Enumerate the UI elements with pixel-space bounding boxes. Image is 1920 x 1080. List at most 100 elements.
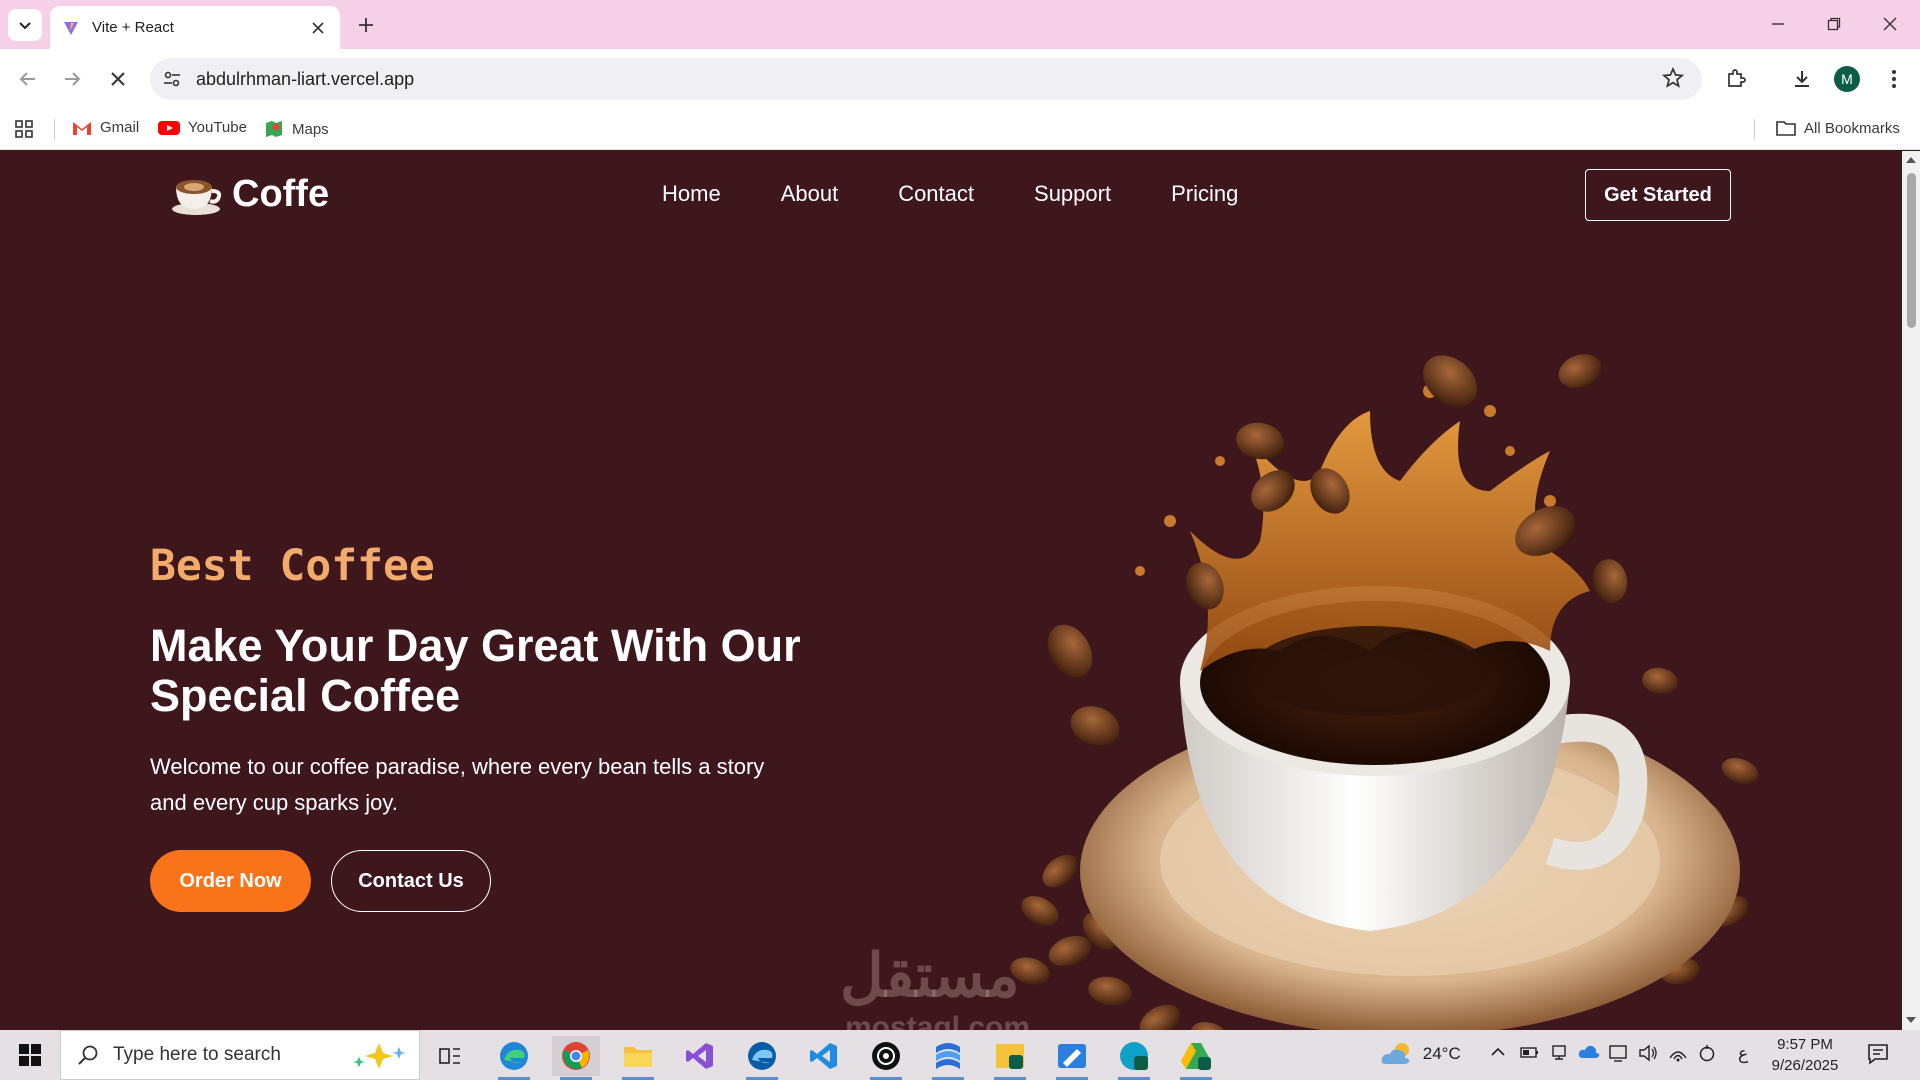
downloads-button[interactable] [1786,63,1818,95]
contact-us-button[interactable]: Contact Us [331,850,491,912]
restore-button[interactable] [1822,12,1846,36]
search-placeholder: Type here to search [113,1044,281,1065]
taskbar-app-blue[interactable] [924,1036,972,1080]
close-window-button[interactable] [1878,12,1902,36]
nav-contact[interactable]: Contact [898,181,974,207]
system-clock[interactable]: 9:57 PM 9/26/2025 [1760,1034,1850,1076]
nav-about[interactable]: About [781,181,839,207]
taskbar-search[interactable]: Type here to search [60,1030,420,1080]
app-icon [1058,1044,1086,1068]
nav-home[interactable]: Home [662,181,721,207]
taskbar-chrome[interactable] [552,1036,600,1080]
battery-icon[interactable] [1520,1044,1540,1065]
page-scrollbar[interactable] [1902,151,1920,1030]
task-view-button[interactable] [426,1036,474,1076]
puzzle-icon [1728,69,1746,87]
arrow-right-icon [65,72,81,86]
site-info-icon[interactable] [162,69,182,89]
nav-support[interactable]: Support [1034,181,1111,207]
scroll-up-icon[interactable] [1906,157,1916,163]
taskbar-edge[interactable] [490,1036,538,1080]
bookmark-label: Gmail [100,119,140,136]
task-view-icon [439,1048,460,1064]
get-started-button[interactable]: Get Started [1585,169,1731,221]
taskbar-chatgpt[interactable] [862,1036,910,1080]
extensions-button[interactable] [1720,63,1752,95]
taskbar-edge-dev[interactable] [738,1036,786,1080]
device-icon[interactable] [1550,1044,1568,1065]
weather-widget[interactable]: 24°C [1380,1040,1461,1068]
taskbar-visual-studio[interactable] [676,1036,724,1076]
bookmark-gmail[interactable]: Gmail [72,119,139,136]
more-vertical-icon [1892,70,1896,88]
folder-icon [624,1047,652,1067]
profile-avatar[interactable]: M [1834,66,1860,92]
restore-icon [1827,17,1841,31]
onedrive-icon[interactable] [1578,1044,1600,1065]
main-nav: Home About Contact Support Pricing [662,181,1238,207]
sparkle-icon [353,1043,406,1069]
chrome-icon [562,1042,590,1070]
notification-icon [1868,1044,1888,1065]
taskbar-app-drive[interactable] [1172,1036,1220,1080]
maps-icon [266,121,282,137]
nav-pricing[interactable]: Pricing [1171,181,1238,207]
weather-cloud-icon [1381,1043,1410,1064]
web-page: Coffe Home About Contact Support Pricing… [0,151,1902,1030]
bookmarks-bar: Gmail YouTube Maps All Bookmarks [0,109,1920,150]
bookmark-star-icon[interactable] [1661,66,1685,94]
app-icon [936,1043,960,1069]
brand-name: Coffe [232,172,330,215]
show-hidden-icons[interactable] [1490,1044,1506,1065]
tab-search-button[interactable] [8,9,42,41]
scroll-down-icon[interactable] [1906,1017,1916,1023]
bookmarks-divider [54,119,55,139]
weather-temp: 24°C [1422,1044,1461,1063]
minimize-button[interactable] [1766,12,1790,36]
all-bookmarks-button[interactable]: All Bookmarks [1776,119,1900,137]
windows-logo-icon [19,1044,41,1066]
app-icon [1120,1042,1148,1070]
apps-button[interactable] [14,119,34,139]
network-status-icon[interactable] [1608,1044,1628,1067]
bookmark-maps[interactable]: Maps [264,119,329,139]
new-tab-button[interactable] [354,13,378,37]
stop-loading-button[interactable] [102,63,134,95]
bookmark-youtube[interactable]: YouTube [158,119,247,136]
back-button[interactable] [12,63,44,95]
site-logo[interactable]: Coffe [170,171,329,217]
notifications-button[interactable] [1866,1042,1890,1071]
sync-icon[interactable] [1698,1044,1716,1067]
wifi-icon[interactable] [1668,1044,1688,1067]
clock-date: 9/26/2025 [1771,1057,1839,1074]
address-bar[interactable]: abdulrhman-liart.vercel.app [150,58,1702,100]
input-language[interactable]: ع [1738,1044,1748,1064]
minimize-icon [1772,23,1784,25]
order-now-button[interactable]: Order Now [150,850,311,912]
volume-icon[interactable] [1638,1044,1658,1067]
active-tab[interactable]: Vite + React [50,6,340,49]
taskbar-vscode[interactable] [800,1036,848,1076]
folder-icon [1776,121,1796,136]
tab-strip: Vite + React [0,0,1920,49]
taskbar-app-paint[interactable] [1048,1036,1096,1080]
hero-title: Make Your Day Great With Our Special Cof… [150,620,801,721]
taskbar-file-explorer[interactable] [614,1036,662,1080]
youtube-icon [158,120,180,135]
url-text[interactable]: abdulrhman-liart.vercel.app [196,69,414,90]
taskbar-app-edge-m[interactable] [1110,1036,1158,1080]
forward-button[interactable] [56,63,88,95]
clock-time: 9:57 PM [1777,1036,1833,1053]
start-button[interactable] [0,1030,60,1080]
windows-taskbar: Type here to search 24°C ع 9:57 PM 9/26/… [0,1030,1920,1080]
close-icon [1883,17,1897,31]
scrollbar-thumb[interactable] [1907,173,1916,328]
browser-menu-button[interactable] [1878,63,1910,95]
apps-grid-icon [15,120,33,138]
close-tab-icon[interactable] [308,18,328,38]
chevron-down-icon [19,22,31,30]
taskbar-app-yellow[interactable] [986,1036,1034,1080]
app-icon [1181,1043,1211,1070]
watermark-latin: mostaql.com [845,1011,1031,1030]
close-icon [111,72,125,86]
